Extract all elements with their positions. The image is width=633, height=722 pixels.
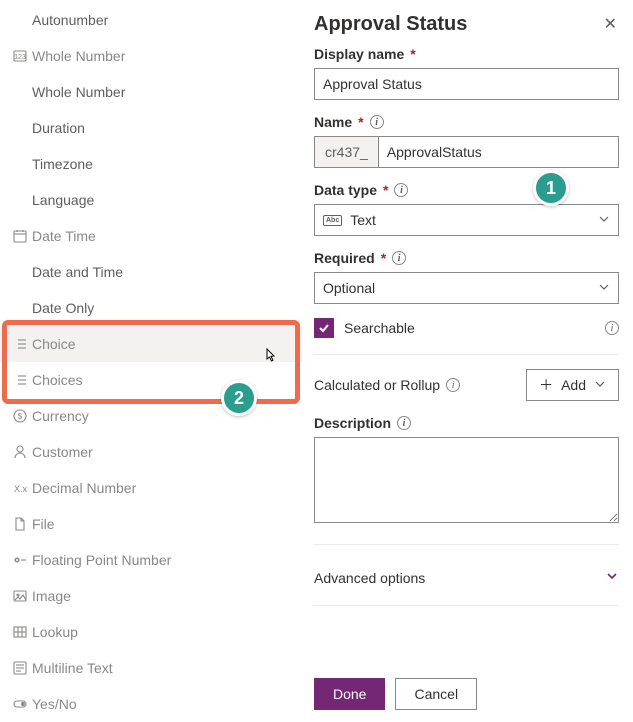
type-item-label: Date and Time [32, 264, 123, 280]
type-item-yes-no[interactable]: Yes/No [0, 686, 302, 722]
list-icon [8, 372, 32, 388]
description-label: Description i [314, 415, 619, 431]
data-type-label: Data type* i [314, 182, 619, 198]
display-name-input[interactable] [314, 68, 619, 100]
list-icon [8, 336, 32, 352]
callout-badge-1: 1 [533, 170, 569, 206]
type-item-whole-number[interactable]: 123 Whole Number [0, 38, 302, 74]
text-type-icon: Abc [323, 215, 342, 226]
chevron-down-icon [598, 280, 610, 296]
panel-title: Approval Status [314, 13, 467, 36]
type-item-label: Image [32, 588, 71, 604]
info-icon[interactable]: i [397, 416, 411, 430]
info-icon[interactable]: i [370, 115, 384, 129]
calculated-rollup-label: Calculated or Rollup [314, 377, 440, 393]
name-input[interactable] [378, 136, 619, 168]
name-label: Name* i [314, 114, 619, 130]
type-item-timezone[interactable]: Timezone [0, 146, 302, 182]
type-item-image[interactable]: Image [0, 578, 302, 614]
searchable-label: Searchable [344, 320, 415, 336]
type-item-date-time[interactable]: Date Time [0, 218, 302, 254]
type-item-label: Lookup [32, 624, 78, 640]
type-item-label: Date Time [32, 228, 96, 244]
display-name-label: Display name* [314, 46, 619, 62]
info-icon[interactable]: i [605, 321, 619, 335]
type-item-label: Timezone [32, 156, 93, 172]
svg-text:X.x: X.x [14, 484, 28, 494]
svg-text:$: $ [18, 412, 23, 421]
type-item-label: Choice [32, 336, 76, 352]
type-item-label: File [32, 516, 55, 532]
divider [314, 605, 619, 606]
type-item-autonumber[interactable]: Autonumber [0, 2, 302, 38]
decimal-icon: X.x [8, 480, 32, 496]
number-icon: 123 [8, 48, 32, 64]
image-icon [8, 588, 32, 604]
type-item-label: Floating Point Number [32, 552, 171, 568]
type-item-choice[interactable]: Choice [0, 326, 302, 362]
type-item-label: Yes/No [32, 696, 77, 712]
chevron-down-icon [598, 212, 610, 228]
info-icon[interactable]: i [394, 183, 408, 197]
advanced-options-toggle[interactable]: Advanced options [314, 559, 619, 597]
name-prefix: cr437_ [314, 136, 378, 168]
calendar-icon [8, 228, 32, 244]
chevron-down-icon [605, 569, 619, 587]
multiline-icon [8, 660, 32, 676]
searchable-checkbox[interactable] [314, 318, 334, 338]
type-item-label: Date Only [32, 300, 94, 316]
type-item-date-and-time[interactable]: Date and Time [0, 254, 302, 290]
type-item-language[interactable]: Language [0, 182, 302, 218]
add-button[interactable]: ＋ Add [526, 369, 619, 401]
column-properties-panel: Approval Status ✕ Display name* Name* i … [304, 0, 633, 722]
type-item-date-only[interactable]: Date Only [0, 290, 302, 326]
currency-icon: $ [8, 408, 32, 424]
callout-badge-2: 2 [221, 380, 257, 416]
required-select[interactable]: Optional [314, 272, 619, 304]
lookup-icon [8, 624, 32, 640]
type-item-multiline-text[interactable]: Multiline Text [0, 650, 302, 686]
person-icon [8, 444, 32, 460]
type-item-lookup[interactable]: Lookup [0, 614, 302, 650]
divider [314, 354, 619, 355]
file-icon [8, 516, 32, 532]
cancel-button[interactable]: Cancel [395, 678, 477, 710]
type-item-label: Decimal Number [32, 480, 136, 496]
type-item-duration[interactable]: Duration [0, 110, 302, 146]
type-item-label: Duration [32, 120, 85, 136]
done-button[interactable]: Done [314, 678, 385, 710]
type-item-label: Customer [32, 444, 93, 460]
info-icon[interactable]: i [446, 378, 460, 392]
type-item-label: Whole Number [32, 84, 125, 100]
data-type-list: Autonumber 123 Whole Number Whole Number Dur… [0, 0, 302, 722]
type-item-file[interactable]: File [0, 506, 302, 542]
type-item-label: Whole Number [32, 48, 125, 64]
plus-icon: ＋ [539, 375, 553, 395]
type-item-whole-number[interactable]: Whole Number [0, 74, 302, 110]
type-item-label: Language [32, 192, 94, 208]
type-item-label: Autonumber [32, 12, 108, 28]
float-icon [8, 552, 32, 568]
type-item-floating-point-number[interactable]: Floating Point Number [0, 542, 302, 578]
description-textarea[interactable] [314, 437, 619, 523]
type-item-decimal-number[interactable]: X.x Decimal Number [0, 470, 302, 506]
close-icon[interactable]: ✕ [602, 10, 619, 38]
type-item-customer[interactable]: Customer [0, 434, 302, 470]
divider [314, 544, 619, 545]
type-item-label: Choices [32, 372, 83, 388]
type-item-choices[interactable]: Choices [0, 362, 302, 398]
data-type-select[interactable]: Abc Text [314, 204, 619, 236]
info-icon[interactable]: i [392, 251, 406, 265]
type-item-label: Currency [32, 408, 89, 424]
svg-text:123: 123 [14, 54, 26, 61]
type-item-currency[interactable]: $ Currency [0, 398, 302, 434]
toggle-icon [8, 696, 32, 712]
required-label: Required* i [314, 250, 619, 266]
chevron-down-icon [594, 377, 606, 393]
type-item-label: Multiline Text [32, 660, 113, 676]
